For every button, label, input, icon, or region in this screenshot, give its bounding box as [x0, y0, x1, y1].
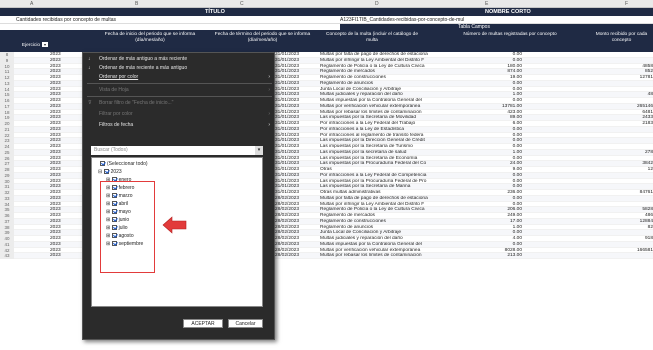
table-header-row: Ejercicio ▾ Fecha de inicio del periodo q… [0, 30, 653, 52]
menu-sort-ascending-label: Ordenar de más antiguo a más reciente [99, 56, 188, 62]
header-ejercicio[interactable]: Ejercicio ▾ [20, 42, 50, 49]
filter-button-ejercicio[interactable]: ▾ [42, 42, 49, 47]
red-arrow-icon [162, 216, 187, 234]
header-numero-multas[interactable]: Número de multas registradas por concept… [460, 32, 560, 38]
checkbox-icon [100, 161, 105, 166]
submenu-arrow-icon: › [268, 87, 270, 93]
cell-numero[interactable]: 213.00 [487, 253, 522, 259]
description-row: Cantidades recibidas por concepto de mul… [0, 16, 653, 24]
header-fecha-termino-label: Fecha de término del periodo que se info… [214, 32, 311, 43]
menu-sheet-view[interactable]: Vista de Hoja › [83, 86, 276, 94]
spreadsheet: A B C D E F TÍTULO NOMBRE CORTO Cantidad… [0, 0, 653, 350]
header-fecha-inicio-label: Fecha de inicio del periodo que se infor… [104, 32, 196, 43]
menu-date-filters-label: Filtros de fecha [99, 122, 134, 128]
row-number[interactable]: 43 [0, 253, 14, 259]
filter-search-placeholder: Buscar (Todos) [94, 147, 128, 153]
sort-ascending-icon: ↓ [88, 56, 91, 62]
header-fecha-inicio[interactable]: Fecha de inicio del periodo que se infor… [95, 32, 205, 44]
column-letter-b[interactable]: B [135, 1, 138, 7]
submenu-arrow-icon: › [268, 74, 270, 80]
column-letter-d[interactable]: D [375, 1, 379, 7]
filter-value-tree: (Seleccionar todo) ⊟ 2023 ⊞ enero ⊞ febr… [91, 157, 263, 307]
banner-nombre-corto: NOMBRE CORTO [485, 9, 531, 15]
menu-sort-descending[interactable]: ↓ Ordenar de más reciente a más antiguo [83, 64, 276, 72]
menu-divider [87, 96, 272, 97]
ok-button[interactable]: ACEPTAR [183, 319, 223, 328]
column-letter-f[interactable]: F [625, 1, 628, 7]
select-all-label: (Seleccionar todo) [107, 161, 148, 167]
header-monto-label: Monto recibido por cada concepto [595, 32, 648, 43]
column-header-bar: A B C D E F [0, 0, 653, 8]
collapse-icon[interactable]: ⊟ [98, 169, 102, 175]
menu-sheet-view-label: Vista de Hoja [99, 87, 129, 93]
sort-descending-icon: ↓ [88, 65, 91, 71]
submenu-arrow-icon: › [268, 111, 270, 117]
highlight-box [100, 181, 155, 273]
submenu-arrow-icon: › [268, 122, 270, 128]
header-concepto-label: Concepto de la multa (incluir el catálog… [326, 32, 418, 43]
filter-search-box[interactable]: Buscar (Todos) ▾ [91, 146, 263, 155]
menu-date-filters[interactable]: Filtros de fecha › [83, 121, 276, 129]
menu-clear-filter[interactable]: ⊽ Borrar filtro de "Fecha de inicio..." [83, 99, 276, 107]
short-name-text[interactable]: A123FI1TIB_Cantidades-recibidas-por-conc… [340, 17, 464, 23]
clear-filter-icon: ⊽ [88, 100, 92, 106]
menu-sort-by-color[interactable]: Ordenar por color › [83, 73, 276, 81]
search-dropdown-icon[interactable]: ▾ [255, 146, 263, 155]
menu-clear-filter-label: Borrar filtro de "Fecha de inicio..." [99, 100, 174, 106]
column-letter-e[interactable]: E [485, 1, 488, 7]
header-fecha-termino[interactable]: Fecha de término del periodo que se info… [200, 32, 325, 44]
column-letter-c[interactable]: C [240, 1, 244, 7]
menu-filter-by-color-label: Filtrar por color [99, 111, 133, 117]
select-all-checkbox[interactable]: (Seleccionar todo) [100, 161, 148, 168]
cell-fecha-termino[interactable]: 28/02/2023 [275, 253, 299, 259]
title-banner: TÍTULO NOMBRE CORTO [0, 8, 653, 16]
checkbox-icon [103, 169, 109, 174]
menu-sort-ascending[interactable]: ↓ Ordenar de más antiguo a más reciente [83, 55, 276, 63]
header-monto[interactable]: Monto recibido por cada concepto [590, 32, 653, 44]
header-numero-label: Número de multas registradas por concept… [463, 32, 557, 37]
header-ejercicio-label: Ejercicio [21, 42, 41, 48]
menu-sort-descending-label: Ordenar de más reciente a más antiguo [99, 65, 188, 71]
cell-ejercicio[interactable]: 2023 [50, 253, 61, 259]
menu-filter-by-color[interactable]: Filtrar por color › [83, 110, 276, 118]
menu-sort-by-color-label: Ordenar por color [99, 74, 139, 80]
cell-concepto[interactable]: Multas por rebasar los límites de contam… [320, 253, 435, 259]
header-concepto[interactable]: Concepto de la multa (incluir el catálog… [322, 32, 422, 44]
year-node[interactable]: ⊟ 2023 [98, 169, 122, 176]
column-letter-a[interactable]: A [30, 1, 33, 7]
cancel-button[interactable]: Cancelar [228, 319, 263, 328]
menu-divider [87, 83, 272, 84]
filter-dropdown-menu: ↓ Ordenar de más antiguo a más reciente ↓… [82, 52, 275, 340]
description-text[interactable]: Cantidades recibidas por concepto de mul… [16, 17, 116, 23]
banner-titulo: TÍTULO [205, 9, 225, 15]
year-label: 2023 [110, 169, 122, 175]
